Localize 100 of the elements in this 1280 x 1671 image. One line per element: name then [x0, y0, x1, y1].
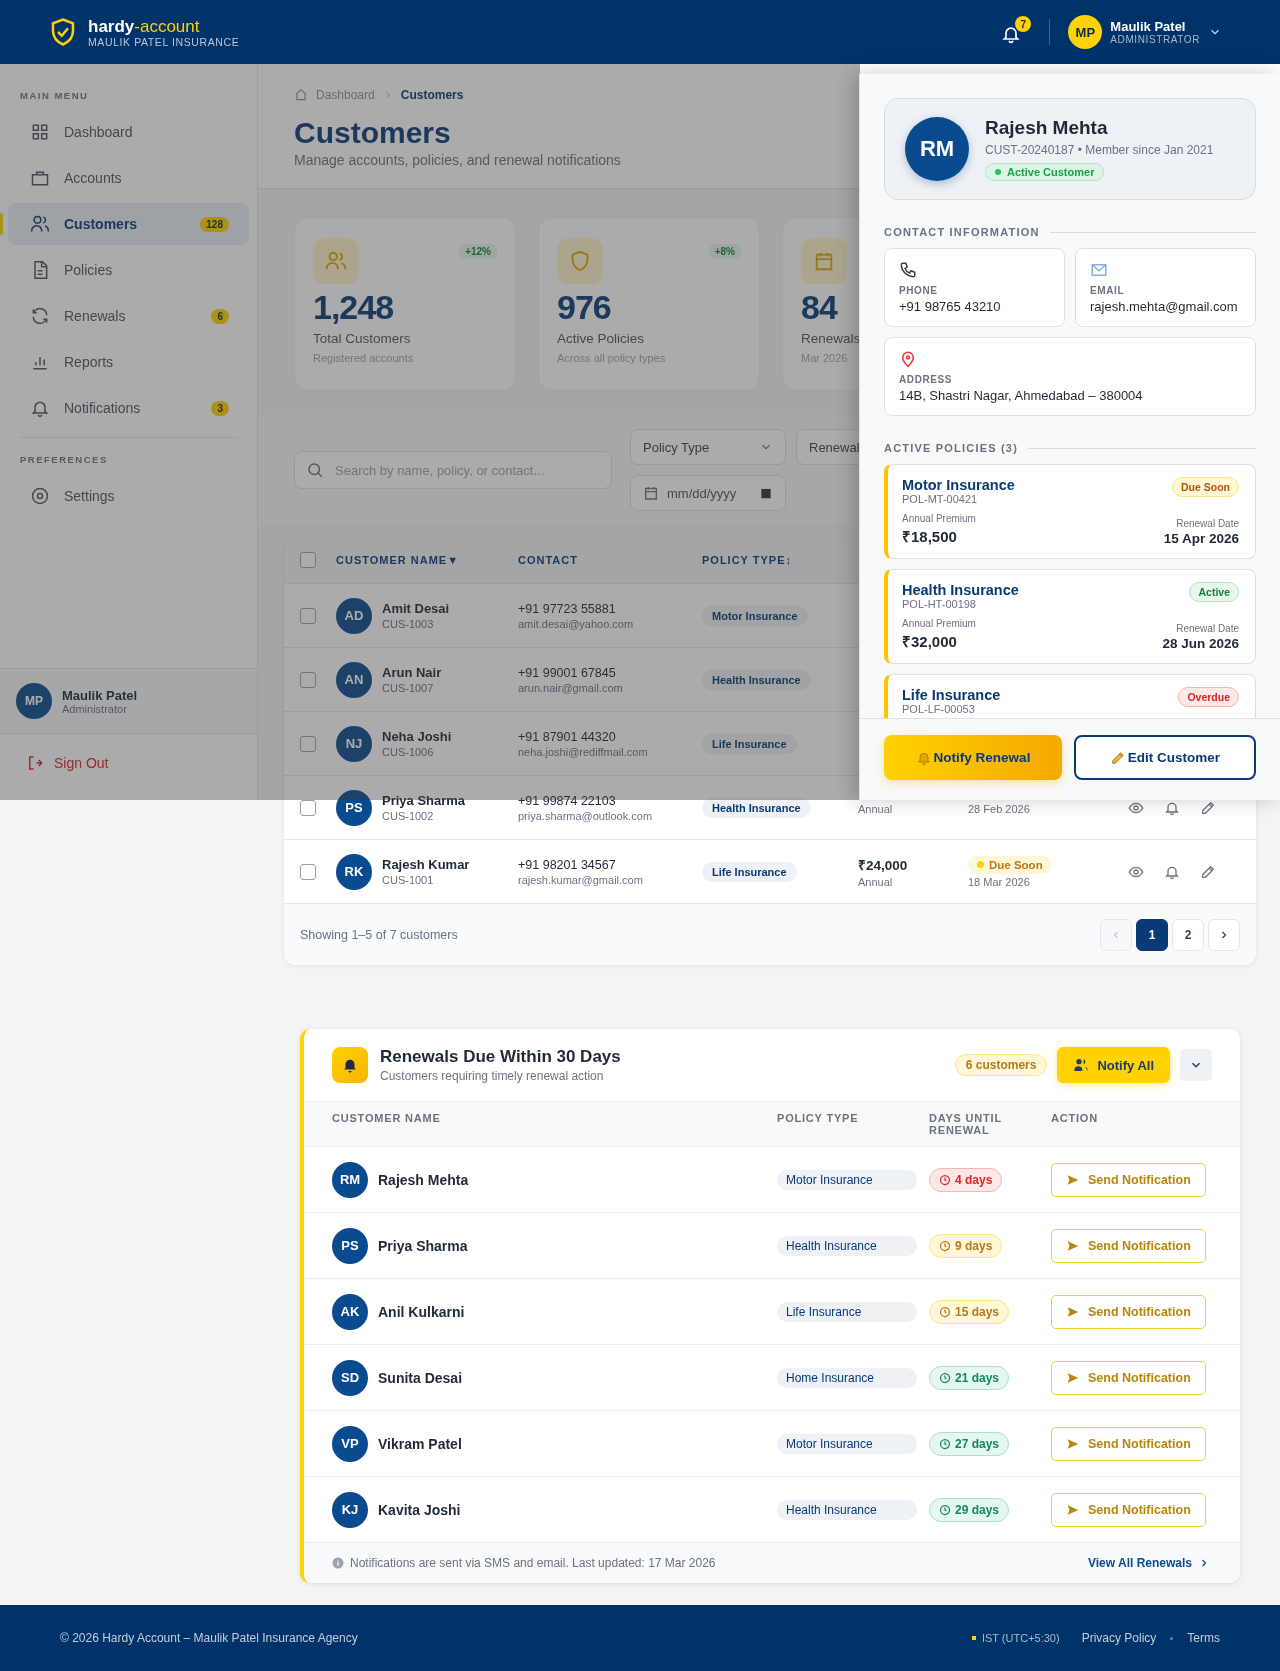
- contact-value: 14B, Shastri Nagar, Ahmedabad – 380004: [899, 388, 1144, 403]
- email-address: rajesh.kumar@gmail.com: [518, 873, 644, 886]
- edit-customer-button[interactable]: Edit Customer: [1074, 735, 1256, 780]
- customer-name: Priya Sharma: [382, 793, 466, 808]
- sidebar-item[interactable]: Dashboard: [8, 111, 249, 153]
- premium-amount: ₹24,000: [858, 856, 909, 874]
- results-summary: Showing 1–5 of 7 customers: [300, 927, 458, 942]
- premium-label: Annual Premium: [902, 513, 976, 524]
- send-notification-button[interactable]: Send Notification: [1051, 1492, 1206, 1527]
- user-avatar: MP: [1068, 15, 1103, 49]
- date-field[interactable]: mm/dd/yyyy: [630, 475, 786, 511]
- policy-number: POL-HT-00198: [902, 598, 977, 610]
- user-role: ADMINISTRATOR: [1110, 34, 1200, 45]
- user-menu[interactable]: MP Maulik Patel ADMINISTRATOR: [1068, 15, 1222, 49]
- policy-tag: Home Insurance: [777, 1367, 917, 1388]
- sidebar-section-title: MAIN MENU: [19, 90, 90, 103]
- send-notification-button[interactable]: Send Notification: [1051, 1294, 1206, 1329]
- renewal-date: 18 Mar 2026: [968, 875, 1031, 888]
- premium-period: Annual: [858, 875, 894, 888]
- search-field[interactable]: Search by name, policy, or contact...: [294, 451, 612, 489]
- customer-name: Kavita Joshi: [378, 1501, 461, 1518]
- user-role: Administrator: [62, 702, 128, 715]
- phone-number: +91 97723 55881: [518, 601, 617, 616]
- copyright: © 2026 Hardy Account – Maulik Patel Insurance Agency: [60, 1631, 358, 1645]
- days-badge: 29 days: [929, 1497, 1010, 1522]
- section-title: ACTIVE POLICIES (3): [884, 442, 1019, 454]
- sidebar-item[interactable]: Reports: [8, 341, 249, 383]
- sidebar-item[interactable]: Settings: [8, 475, 249, 517]
- column-header: DAYS UNTIL RENEWAL: [929, 1112, 1003, 1136]
- customer-avatar: RM: [332, 1161, 368, 1198]
- column-header[interactable]: POLICY TYPE↕: [702, 554, 858, 566]
- sidebar-item[interactable]: Renewals 6: [8, 295, 249, 337]
- footer-link[interactable]: Terms: [1187, 1631, 1220, 1645]
- policy-tag: Health Insurance: [777, 1235, 917, 1256]
- notify-renewal-button[interactable]: Notify Renewal: [884, 735, 1062, 780]
- page-button[interactable]: 2: [1172, 918, 1204, 951]
- customer-id: CUS-1006: [382, 746, 435, 758]
- premium-amount: ₹32,000: [902, 632, 958, 651]
- customer-name: Vikram Patel: [378, 1435, 462, 1452]
- customer-avatar: AN: [336, 661, 372, 698]
- count-badge: 3: [211, 400, 229, 416]
- phone-number: +91 99874 22103: [518, 793, 617, 808]
- policy-tag: Motor Insurance: [777, 1169, 917, 1190]
- page-subtitle: Manage accounts, policies, and renewal notifications: [294, 152, 621, 168]
- email-address: neha.joshi@rediffmail.com: [518, 745, 649, 758]
- customer-name: Priya Sharma: [378, 1237, 468, 1254]
- customer-avatar: NJ: [336, 725, 372, 762]
- customer-name: Sunita Desai: [378, 1369, 463, 1386]
- notify-all-button[interactable]: Notify All: [1057, 1047, 1170, 1083]
- renewal-date-label: Renewal Date: [1176, 623, 1239, 634]
- section-title: CONTACT INFORMATION: [884, 226, 1040, 238]
- policy-tag: Health Insurance: [777, 1499, 917, 1520]
- send-notification-button[interactable]: Send Notification: [1051, 1162, 1206, 1197]
- customer-name: Rajesh Kumar: [382, 857, 470, 872]
- column-header[interactable]: CUSTOMER NAME▼: [336, 554, 518, 566]
- stat-label: Renewals: [801, 331, 861, 346]
- send-notification-button[interactable]: Send Notification: [1051, 1228, 1206, 1263]
- section-title: Renewals Due Within 30 Days: [380, 1047, 621, 1067]
- contact-label: EMAIL: [1090, 285, 1126, 296]
- policy-number: POL-MT-00421: [902, 493, 979, 505]
- days-badge: 4 days: [929, 1167, 1003, 1192]
- count-badge: 6: [211, 308, 229, 324]
- policy-tag: Health Insurance: [702, 797, 811, 818]
- stat-value: 976: [557, 288, 611, 327]
- customer-name: Amit Desai: [382, 601, 450, 616]
- page-button[interactable]: 1: [1136, 918, 1168, 951]
- customer-avatar: PS: [336, 789, 372, 826]
- customer-meta: CUST-20240187 • Member since Jan 2021: [985, 143, 1214, 157]
- premium-period: Annual: [858, 802, 894, 815]
- status-tag: Active: [1189, 582, 1239, 602]
- policy-card[interactable]: Motor Insurance POL-MT-00421 Due Soon Annual Premium ₹18,500 Renewal Date 15 Apr 2026: [884, 464, 1256, 559]
- customer-id: CUS-1007: [382, 682, 435, 694]
- days-badge: 21 days: [929, 1365, 1010, 1390]
- contact-value: +91 98765 43210: [899, 299, 1002, 314]
- sidebar-item[interactable]: Accounts: [8, 157, 249, 199]
- policy-name: Motor Insurance: [902, 477, 1015, 493]
- policy-card[interactable]: Health Insurance POL-HT-00198 Active Annual Premium ₹32,000 Renewal Date 28 Jun 2026: [884, 569, 1256, 664]
- email-address: amit.desai@yahoo.com: [518, 617, 635, 630]
- send-notification-button[interactable]: Send Notification: [1051, 1360, 1206, 1395]
- days-badge: 27 days: [929, 1431, 1010, 1456]
- sign-out-button[interactable]: Sign Out: [16, 746, 119, 780]
- footer-link[interactable]: Privacy Policy: [1081, 1631, 1157, 1645]
- sidebar-item[interactable]: Policies: [8, 249, 249, 291]
- page-title: Customers: [294, 116, 451, 150]
- policy-tag: Health Insurance: [702, 669, 811, 690]
- column-header[interactable]: CONTACT: [518, 554, 702, 566]
- view-all-link[interactable]: View All Renewals: [1087, 1556, 1210, 1570]
- stat-note: Mar 2026: [801, 352, 848, 364]
- premium-label: Annual Premium: [902, 618, 976, 629]
- customer-id: CUS-1002: [382, 810, 435, 822]
- breadcrumb-link[interactable]: Customers: [400, 88, 464, 102]
- policy-card[interactable]: Life Insurance POL-LF-00053 Overdue: [884, 674, 1256, 718]
- notifications-button[interactable]: 7: [997, 16, 1032, 48]
- send-notification-button[interactable]: Send Notification: [1051, 1426, 1206, 1461]
- renewal-date-label: Renewal Date: [1176, 518, 1239, 529]
- premium-amount: ₹18,500: [902, 527, 958, 546]
- sidebar-item[interactable]: Notifications 3: [8, 387, 249, 429]
- customer-avatar: RM: [905, 117, 969, 181]
- filter-dropdown[interactable]: Policy Type: [630, 429, 786, 465]
- policy-tag: Life Insurance: [702, 733, 797, 754]
